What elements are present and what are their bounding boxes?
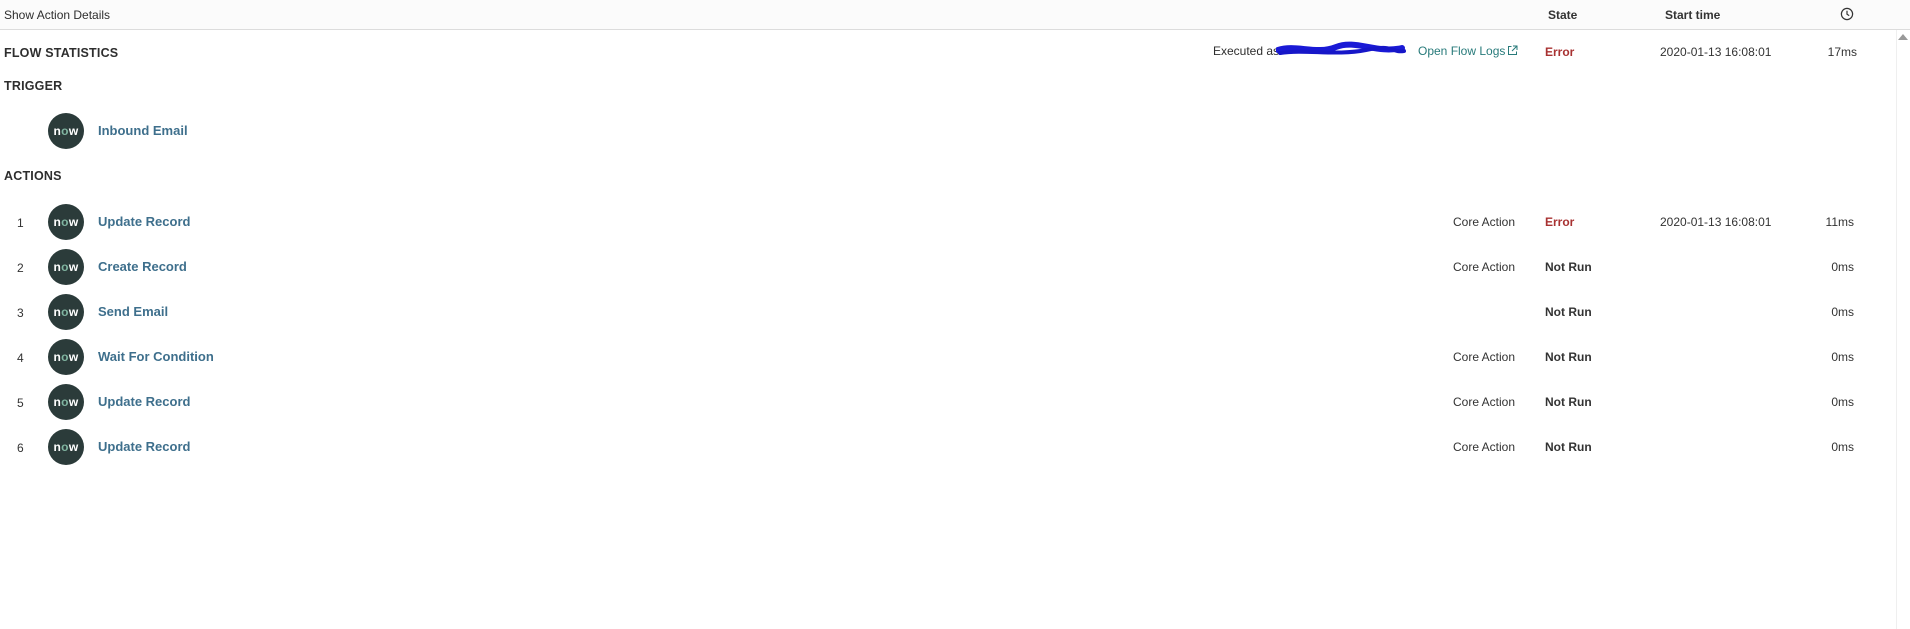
clock-icon [1840, 7, 1854, 21]
action-row[interactable]: 2 n o w Create Record Core Action Not Run 0ms [0, 247, 1910, 287]
action-row[interactable]: 1 n o w Update Record Core Action Error 2020-01… [0, 202, 1910, 242]
action-state: Not Run [1545, 350, 1592, 364]
action-row[interactable]: 6 n o w Update Record Core Action Not Run 0ms [0, 427, 1910, 467]
action-type: Core Action [1453, 260, 1516, 274]
action-state: Error [1545, 215, 1575, 229]
trigger-row: now Inbound Email [0, 111, 1910, 151]
action-duration: 11ms [1825, 215, 1854, 229]
flow-statistics-title: FLOW STATISTICS [4, 46, 119, 60]
show-action-details-toggle[interactable]: Show Action Details [4, 8, 110, 22]
action-name-link[interactable]: Update Record [98, 439, 190, 454]
action-type: Core Action [1453, 215, 1516, 229]
now-logo-icon: now [48, 294, 84, 330]
action-state: Not Run [1545, 440, 1592, 454]
start-time-column-header: Start time [1665, 8, 1721, 22]
flow-duration: 17ms [1827, 45, 1857, 59]
flow-statistics-row: FLOW STATISTICS Executed as: Open Flow L… [0, 40, 1910, 64]
action-row[interactable]: 4 n o w Wait For Condition Core Action Not Run… [0, 337, 1910, 377]
action-start-time: 2020-01-13 16:08:01 [1660, 215, 1772, 229]
flow-start-time: 2020-01-13 16:08:01 [1660, 45, 1772, 59]
action-state: Not Run [1545, 395, 1592, 409]
action-name-link[interactable]: Wait For Condition [98, 349, 214, 364]
action-number: 5 [17, 396, 24, 410]
executed-as-label: Executed as: [1213, 44, 1283, 58]
action-duration: 0ms [1831, 260, 1854, 274]
external-link-icon [1508, 45, 1518, 55]
now-logo-icon: now [48, 113, 84, 149]
action-number: 6 [17, 441, 24, 455]
now-logo-icon: now [48, 339, 84, 375]
action-state: Not Run [1545, 305, 1592, 319]
action-type: Core Action [1453, 440, 1516, 454]
trigger-title: TRIGGER [4, 79, 63, 93]
open-flow-logs-label: Open Flow Logs [1418, 44, 1506, 58]
details-header: Show Action Details State Start time [0, 0, 1910, 30]
action-type: Core Action [1453, 350, 1516, 364]
flow-state: Error [1545, 45, 1575, 59]
state-column-header: State [1548, 8, 1578, 22]
action-name-link[interactable]: Update Record [98, 214, 190, 229]
action-state: Not Run [1545, 260, 1592, 274]
action-number: 2 [17, 261, 24, 275]
action-duration: 0ms [1831, 305, 1854, 319]
action-row[interactable]: 5 n o w Update Record Core Action Not Run 0ms [0, 382, 1910, 422]
now-logo-icon: now [48, 204, 84, 240]
action-duration: 0ms [1831, 395, 1854, 409]
action-name-link[interactable]: Send Email [98, 304, 168, 319]
open-flow-logs-link[interactable]: Open Flow Logs [1418, 44, 1518, 58]
action-row[interactable]: 3 n o w Send Email Not Run 0ms [0, 292, 1910, 332]
action-name-link[interactable]: Create Record [98, 259, 187, 274]
action-number: 3 [17, 306, 24, 320]
now-logo-icon: now [48, 429, 84, 465]
action-type: Core Action [1453, 395, 1516, 409]
now-logo-icon: now [48, 384, 84, 420]
action-number: 1 [17, 216, 24, 230]
now-logo-icon: now [48, 249, 84, 285]
flow-execution-page: Show Action Details State Start time FLO… [0, 0, 1910, 629]
action-duration: 0ms [1831, 440, 1854, 454]
action-number: 4 [17, 351, 24, 365]
trigger-name-link[interactable]: Inbound Email [98, 123, 188, 138]
action-duration: 0ms [1831, 350, 1854, 364]
redacted-user [1276, 41, 1406, 55]
actions-title: ACTIONS [4, 169, 62, 183]
action-name-link[interactable]: Update Record [98, 394, 190, 409]
